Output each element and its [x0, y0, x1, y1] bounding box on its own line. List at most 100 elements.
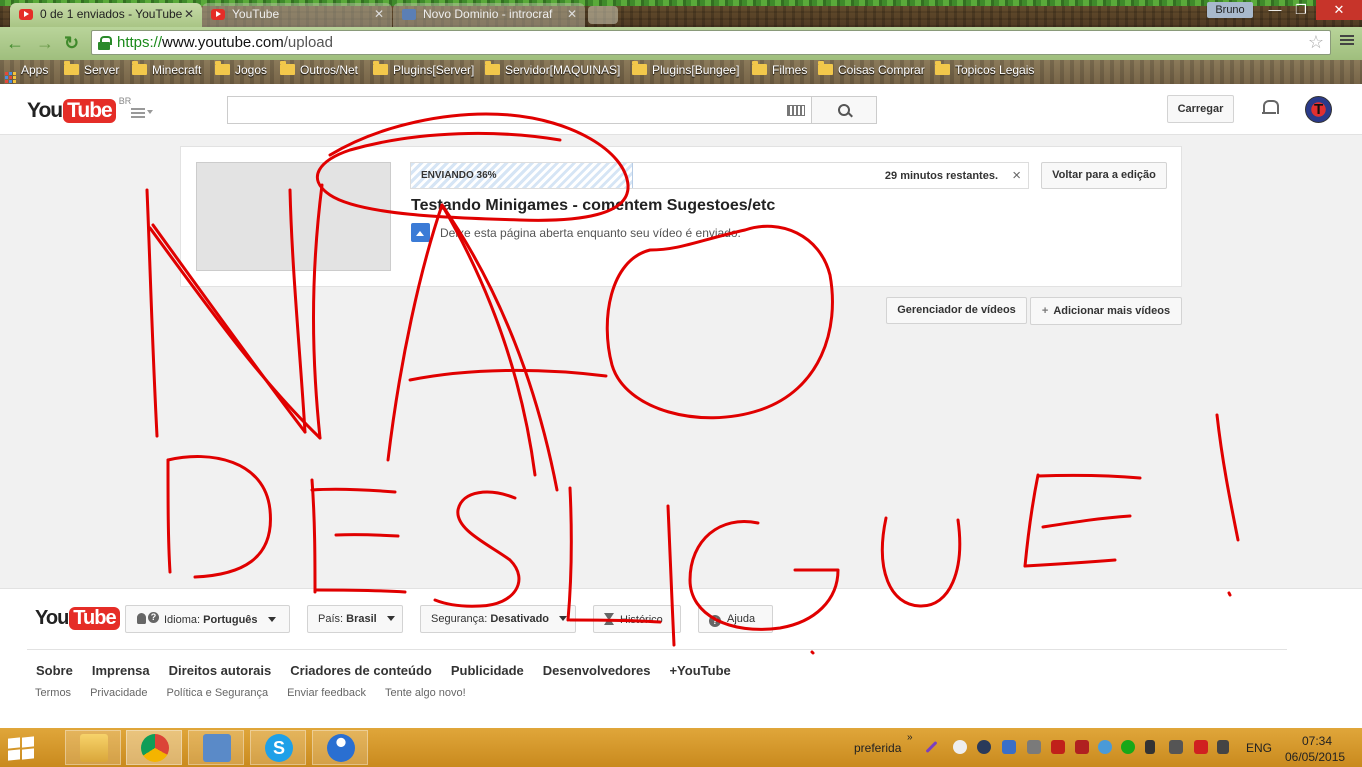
acrobat-icon[interactable] — [1051, 740, 1065, 754]
footer-link-plus-youtube[interactable]: +YouTube — [669, 663, 730, 678]
bookmark-star-icon[interactable]: ☆ — [1308, 32, 1324, 53]
volume-icon[interactable] — [1217, 740, 1229, 754]
folder-icon — [632, 61, 647, 75]
scribble-stroke — [1023, 473, 1040, 568]
bookmark-folder-minecraft[interactable]: Minecraft — [132, 61, 201, 77]
footer-link-privacidade[interactable]: Privacidade — [90, 687, 147, 699]
bookmark-folder-servidor[interactable]: Servidor[MAQUINAS] — [485, 61, 620, 77]
tab-youtube[interactable]: YouTube ✕ — [202, 3, 392, 27]
url-text[interactable]: https://www.youtube.com/upload — [117, 34, 333, 51]
safety-value: Desativado — [490, 613, 550, 625]
globe-icon[interactable] — [1098, 740, 1112, 754]
language-selector[interactable]: Idioma: Português — [125, 605, 290, 633]
chrome-menu-icon[interactable] — [1340, 33, 1354, 47]
cloud-icon[interactable] — [953, 740, 967, 754]
tab-upload[interactable]: 0 de 1 enviados - YouTube ✕ — [10, 3, 202, 27]
flag-icon[interactable] — [1145, 740, 1155, 754]
bookmark-folder-topicos[interactable]: Topicos Legais — [935, 61, 1034, 77]
youtube-logo[interactable]: You Tube BR — [27, 96, 131, 124]
lock-icon — [98, 36, 112, 50]
input-language[interactable]: ENG — [1246, 741, 1272, 755]
video-thumbnail-placeholder — [196, 162, 391, 271]
video-manager-button[interactable]: Gerenciador de vídeos — [886, 297, 1027, 324]
taskbar-file-explorer[interactable] — [65, 730, 121, 765]
footer-link-termos[interactable]: Termos — [35, 687, 71, 699]
tab-novo-dominio[interactable]: Novo Dominio - introcraf ✕ — [393, 3, 585, 27]
cancel-upload-icon[interactable]: × — [1012, 167, 1021, 184]
pen-icon[interactable] — [925, 740, 938, 754]
footer-link-publicidade[interactable]: Publicidade — [451, 663, 524, 678]
avatar[interactable] — [1305, 96, 1332, 123]
bookmark-folder-filmes[interactable]: Filmes — [752, 61, 807, 77]
help-button[interactable]: ? Ajuda — [698, 605, 773, 633]
notification-bell-icon[interactable] — [1262, 99, 1279, 115]
new-tab-button[interactable] — [588, 6, 618, 24]
history-button[interactable]: Histórico — [593, 605, 681, 633]
footer-link-direitos[interactable]: Direitos autorais — [169, 663, 272, 678]
taskbar-control-panel[interactable] — [188, 730, 244, 765]
search-button[interactable] — [811, 96, 877, 124]
folder-icon — [215, 61, 230, 75]
minimize-icon[interactable]: — — [1262, 0, 1288, 20]
bookmark-apps[interactable]: Apps — [5, 63, 48, 83]
maximize-icon[interactable]: ❐ — [1288, 0, 1314, 20]
footer-link-feedback[interactable]: Enviar feedback — [287, 687, 366, 699]
footer-link-sobre[interactable]: Sobre — [36, 663, 73, 678]
bookmark-folder-plugins-server[interactable]: Plugins[Server] — [373, 61, 474, 77]
tray-expand-icon[interactable]: » — [907, 732, 913, 743]
speaker-muted-icon[interactable] — [1075, 740, 1089, 754]
footer-youtube-logo[interactable]: You Tube — [35, 607, 120, 630]
history-label: Histórico — [620, 614, 663, 626]
tray-toolbar-label[interactable]: preferida — [854, 741, 901, 755]
keyboard-icon[interactable] — [787, 105, 805, 116]
footer-link-tente[interactable]: Tente algo novo! — [385, 687, 466, 699]
tab-close-icon[interactable]: ✕ — [374, 7, 384, 21]
url-host: www.youtube.com — [162, 34, 284, 51]
address-bar[interactable]: https://www.youtube.com/upload ☆ — [91, 30, 1331, 55]
footer-link-imprensa[interactable]: Imprensa — [92, 663, 150, 678]
monitor-icon[interactable] — [1169, 740, 1183, 754]
clock-date[interactable]: 06/05/2015 — [1285, 750, 1345, 764]
folder-icon — [818, 61, 833, 75]
help-icon: ? — [709, 615, 721, 627]
back-to-edit-button[interactable]: Voltar para a edição — [1041, 162, 1167, 189]
safety-selector[interactable]: Segurança: Desativado — [420, 605, 576, 633]
forward-arrow-icon[interactable]: → — [36, 33, 54, 54]
windows-start-icon[interactable] — [8, 736, 36, 761]
alert-icon[interactable] — [1194, 740, 1208, 754]
taskbar-chrome[interactable] — [126, 730, 182, 765]
add-more-videos-button[interactable]: + Adicionar mais vídeos — [1030, 297, 1182, 325]
url-scheme: https:// — [117, 34, 163, 51]
reload-icon[interactable]: ↻ — [64, 33, 79, 54]
network-drive-icon[interactable] — [1002, 740, 1016, 754]
back-arrow-icon[interactable]: ← — [6, 33, 24, 54]
bookmark-folder-coisas-comprar[interactable]: Coisas Comprar — [818, 61, 925, 77]
footer-link-politica[interactable]: Política e Segurança — [167, 687, 269, 699]
guide-menu-icon[interactable] — [131, 106, 145, 120]
upload-button[interactable]: Carregar — [1167, 95, 1234, 123]
chrome-icon — [141, 734, 169, 762]
close-window-icon[interactable]: ✕ — [1316, 0, 1362, 20]
apps-grid-icon — [5, 72, 16, 83]
profile-badge[interactable]: Bruno — [1207, 2, 1253, 18]
tab-close-icon[interactable]: ✕ — [184, 7, 194, 21]
language-value: Português — [203, 614, 258, 626]
device-check-icon[interactable] — [1027, 740, 1041, 754]
taskbar-app[interactable] — [312, 730, 368, 765]
footer-link-criadores[interactable]: Criadores de conteúdo — [290, 663, 432, 678]
search-input[interactable] — [227, 96, 812, 124]
language-label: Idioma: — [164, 614, 201, 626]
clock-time[interactable]: 07:34 — [1302, 734, 1332, 748]
logo-you: You — [35, 607, 69, 629]
steam-icon[interactable] — [977, 740, 991, 754]
green-status-icon[interactable] — [1121, 740, 1135, 754]
chevron-down-icon[interactable] — [147, 110, 153, 114]
bookmark-folder-jogos[interactable]: Jogos — [215, 61, 267, 77]
country-selector[interactable]: País: Brasil — [307, 605, 403, 633]
footer-link-desenvolvedores[interactable]: Desenvolvedores — [543, 663, 651, 678]
bookmark-folder-server[interactable]: Server — [64, 61, 119, 77]
tab-close-icon[interactable]: ✕ — [567, 7, 577, 21]
bookmark-folder-plugins-bungee[interactable]: Plugins[Bungee] — [632, 61, 739, 77]
taskbar-skype[interactable]: S — [250, 730, 306, 765]
bookmark-folder-outros[interactable]: Outros/Net — [280, 61, 358, 77]
